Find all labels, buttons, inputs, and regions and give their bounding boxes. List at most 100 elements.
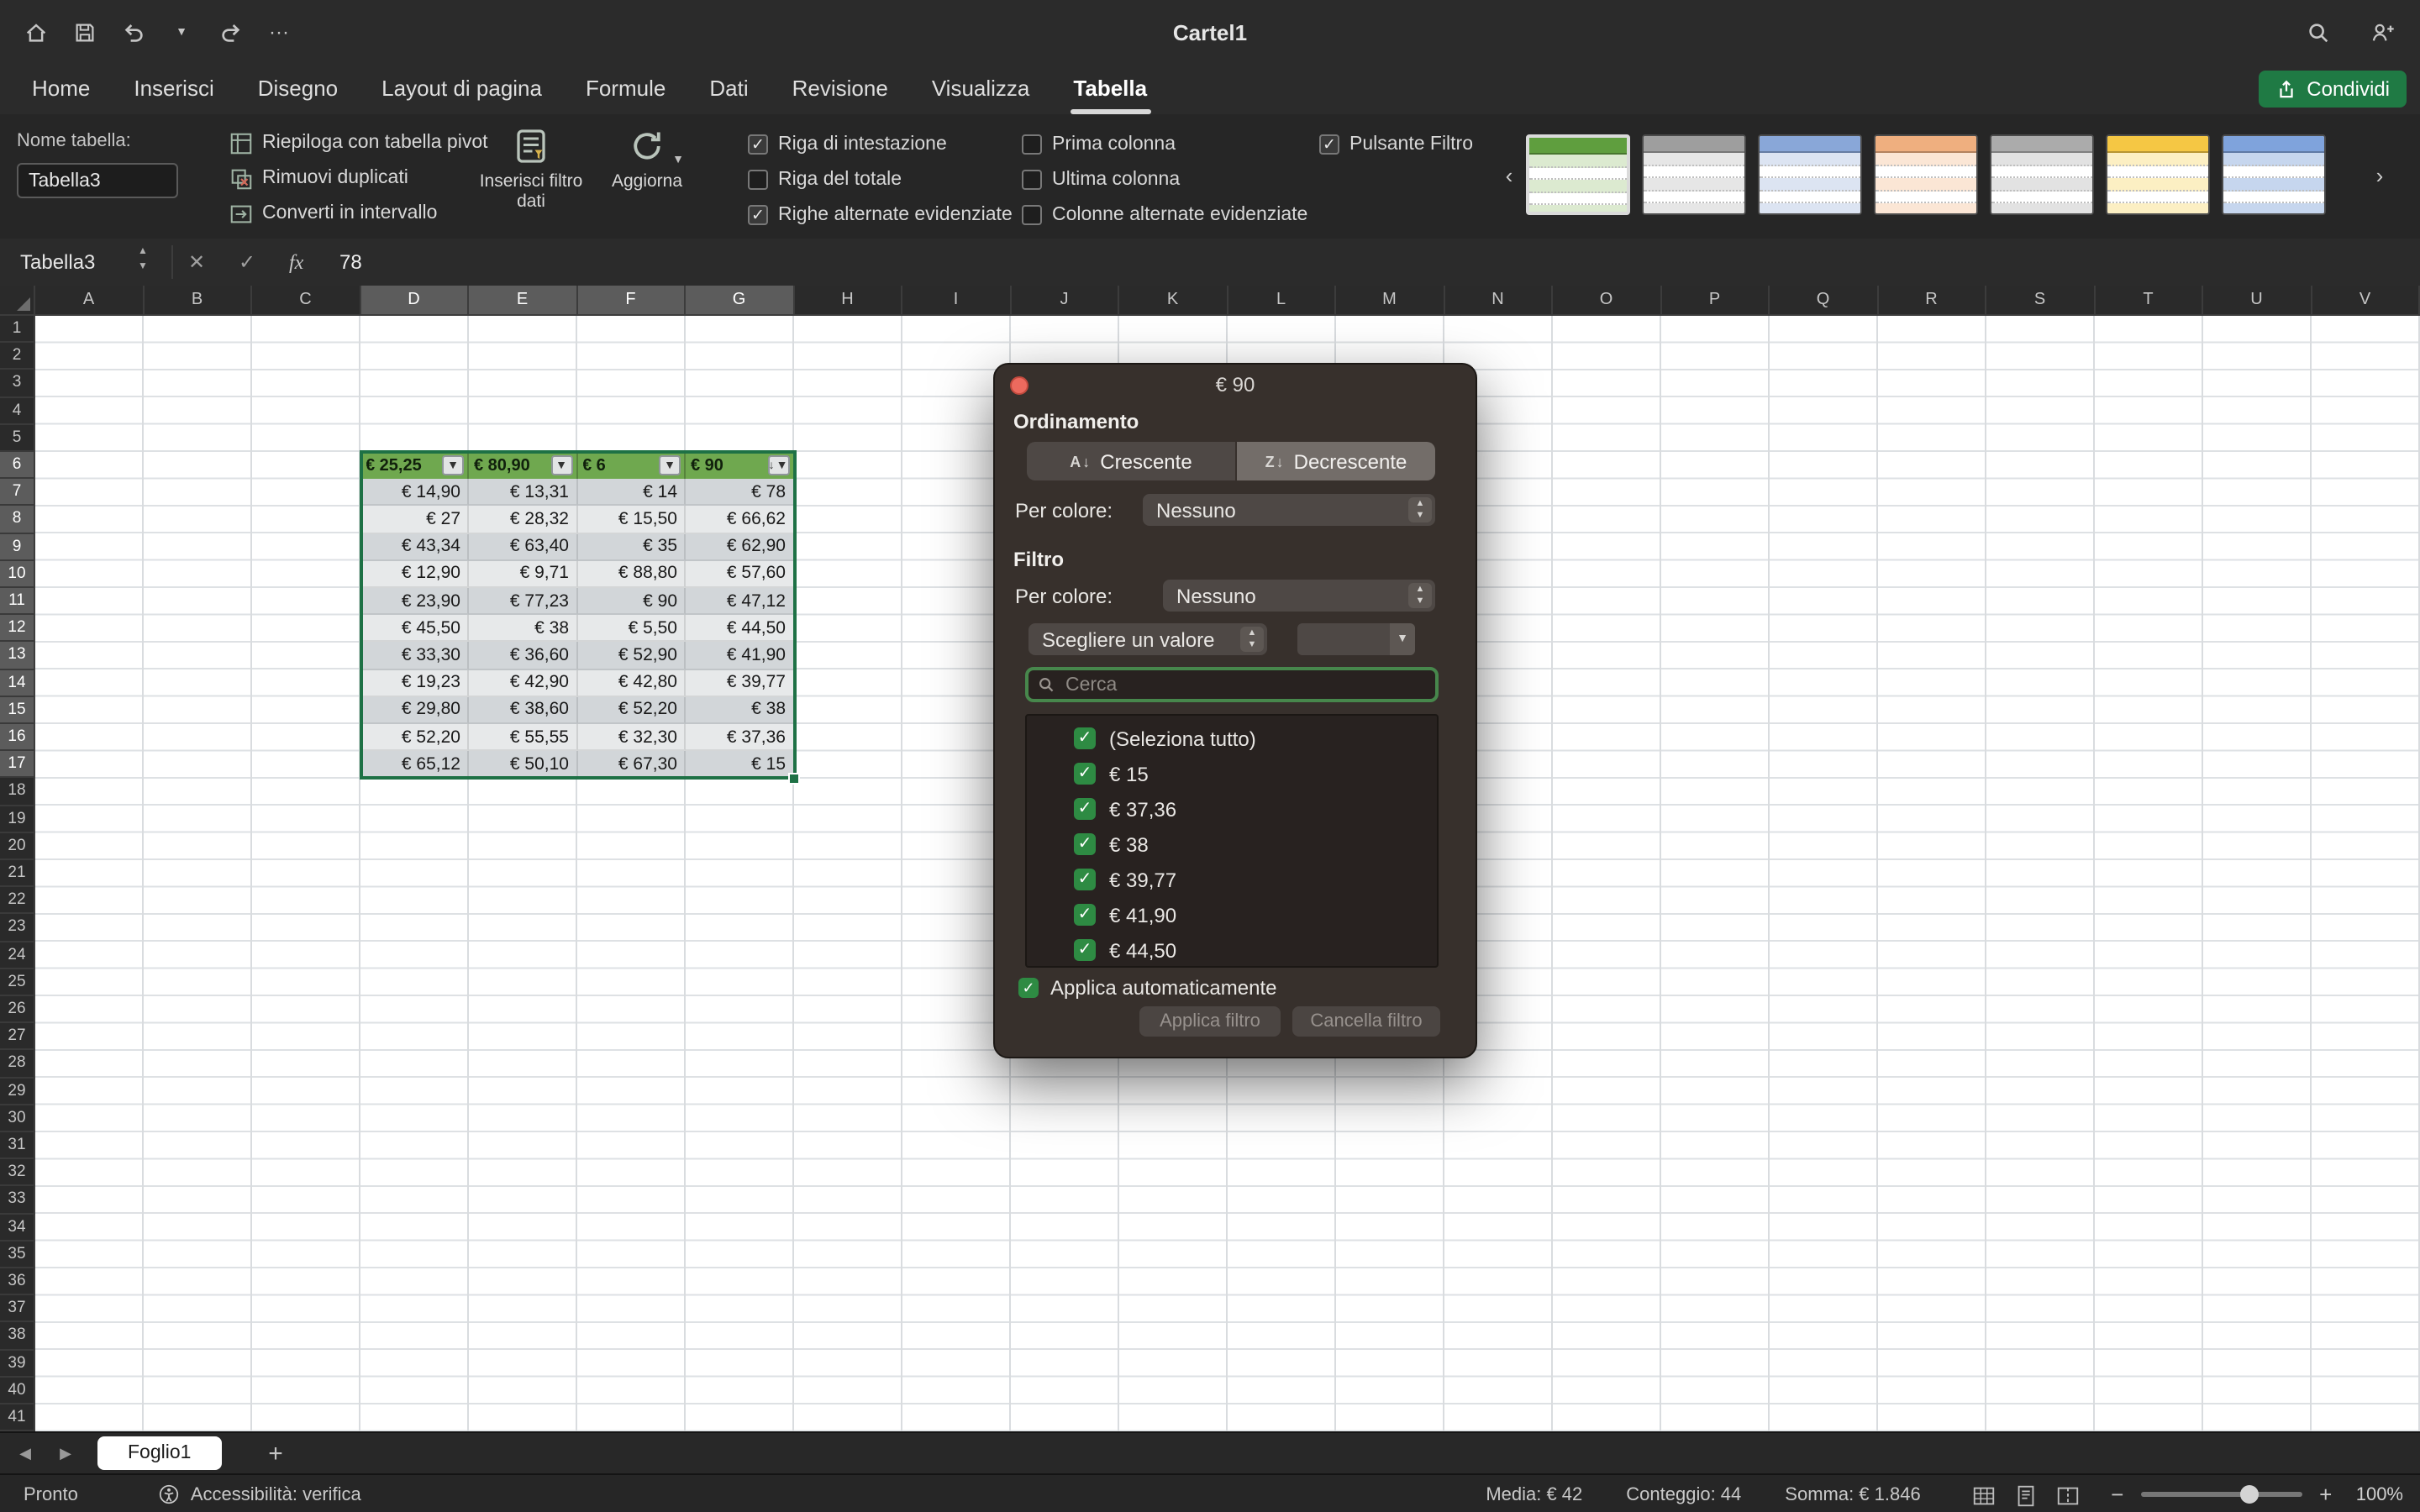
cell-d16[interactable]: € 52,20 <box>360 724 469 751</box>
row-header-36[interactable]: 36 <box>0 1268 35 1295</box>
table-style-blu-chiaro[interactable] <box>1758 134 1862 215</box>
checkbox-riga-del-totale[interactable]: Riga del totale <box>748 161 1013 197</box>
row-header-31[interactable]: 31 <box>0 1132 35 1159</box>
table-style-verde-chiaro[interactable] <box>1526 134 1630 215</box>
row-header-32[interactable]: 32 <box>0 1159 35 1186</box>
row-header-12[interactable]: 12 <box>0 615 35 642</box>
column-header-j[interactable]: J <box>1011 286 1119 316</box>
tab-revisione[interactable]: Revisione <box>771 64 910 114</box>
tab-formule[interactable]: Formule <box>564 64 687 114</box>
row-header-27[interactable]: 27 <box>0 1023 35 1050</box>
zoom-out-button[interactable]: − <box>2107 1482 2128 1507</box>
cell-e16[interactable]: € 55,55 <box>469 724 577 751</box>
table-style-giallo[interactable] <box>2106 134 2210 215</box>
checkbox-pulsante-filtro[interactable]: ✓Pulsante Filtro <box>1319 126 1473 161</box>
cell-g14[interactable]: € 39,77 <box>686 669 794 696</box>
sort-by-color-dropdown[interactable]: Nessuno ▲▼ <box>1143 494 1435 526</box>
fill-handle[interactable] <box>788 773 800 785</box>
column-header-f[interactable]: F <box>577 286 686 316</box>
zoom-slider[interactable] <box>2141 1492 2302 1497</box>
checkbox-prima-colonna[interactable]: Prima colonna <box>1022 126 1307 161</box>
filter-dropdown-d[interactable]: ▼ <box>442 455 464 475</box>
insert-function-icon[interactable]: fx <box>289 239 303 286</box>
column-header-q[interactable]: Q <box>1770 286 1878 316</box>
cell-f12[interactable]: € 5,50 <box>577 615 686 642</box>
sheet-tab-foglio1[interactable]: Foglio1 <box>97 1436 221 1470</box>
select-all-corner[interactable] <box>0 286 35 316</box>
cell-g11[interactable]: € 47,12 <box>686 588 794 615</box>
row-header-35[interactable]: 35 <box>0 1242 35 1268</box>
auto-apply-checkbox[interactable]: ✓ Applica automaticamente <box>1018 976 1277 1000</box>
column-header-a[interactable]: A <box>35 286 144 316</box>
cell-f11[interactable]: € 90 <box>577 588 686 615</box>
table-header-cell-e6[interactable]: € 80,90▼ <box>469 452 577 479</box>
column-header-b[interactable]: B <box>144 286 252 316</box>
row-header-41[interactable]: 41 <box>0 1404 35 1431</box>
row-header-34[interactable]: 34 <box>0 1214 35 1241</box>
column-header-r[interactable]: R <box>1878 286 1986 316</box>
formula-bar-value[interactable]: 78 <box>339 239 362 286</box>
filter-condition-dropdown[interactable]: Scegliere un valore ▲▼ <box>1028 623 1267 655</box>
cell-e8[interactable]: € 28,32 <box>469 507 577 533</box>
column-header-g[interactable]: G <box>686 286 794 316</box>
add-sheet-button[interactable]: + <box>262 1433 289 1475</box>
cell-f17[interactable]: € 67,30 <box>577 751 686 778</box>
filter-dropdown-f[interactable]: ▼ <box>659 455 681 475</box>
cell-d14[interactable]: € 19,23 <box>360 669 469 696</box>
row-header-8[interactable]: 8 <box>0 507 35 533</box>
apply-filter-button[interactable]: Applica filtro <box>1139 1006 1281 1037</box>
cell-e7[interactable]: € 13,31 <box>469 479 577 506</box>
cancel-entry-icon[interactable]: ✕ <box>188 239 205 286</box>
table-header-cell-f6[interactable]: € 6▼ <box>577 452 686 479</box>
refresh-button[interactable]: ▼ Aggiorna <box>593 121 701 192</box>
cell-f10[interactable]: € 88,80 <box>577 561 686 588</box>
share-button[interactable]: Condividi <box>2258 71 2407 108</box>
cell-g16[interactable]: € 37,36 <box>686 724 794 751</box>
cell-f16[interactable]: € 32,30 <box>577 724 686 751</box>
row-header-4[interactable]: 4 <box>0 397 35 424</box>
accessibility-status[interactable]: Accessibilità: verifica <box>159 1483 361 1505</box>
column-header-c[interactable]: C <box>252 286 360 316</box>
row-header-23[interactable]: 23 <box>0 915 35 942</box>
cell-e15[interactable]: € 38,60 <box>469 697 577 724</box>
row-header-29[interactable]: 29 <box>0 1078 35 1105</box>
table-style-grigio[interactable] <box>1990 134 2094 215</box>
row-header-38[interactable]: 38 <box>0 1323 35 1350</box>
home-icon[interactable] <box>20 17 50 47</box>
cell-d13[interactable]: € 33,30 <box>360 643 469 669</box>
cell-f13[interactable]: € 52,90 <box>577 643 686 669</box>
cell-e14[interactable]: € 42,90 <box>469 669 577 696</box>
filter-item-seleziona-tutto[interactable]: ✓(Seleziona tutto) <box>1027 721 1437 756</box>
table-style-arancione[interactable] <box>1874 134 1978 215</box>
row-header-30[interactable]: 30 <box>0 1105 35 1132</box>
row-header-14[interactable]: 14 <box>0 669 35 696</box>
name-box[interactable]: Tabella3 <box>20 239 95 286</box>
column-header-v[interactable]: V <box>2312 286 2420 316</box>
column-header-e[interactable]: E <box>469 286 577 316</box>
row-header-37[interactable]: 37 <box>0 1295 35 1322</box>
sort-ascending-button[interactable]: A↓ Crescente <box>1027 442 1235 480</box>
row-header-17[interactable]: 17 <box>0 751 35 778</box>
tab-home[interactable]: Home <box>10 64 112 114</box>
cell-d12[interactable]: € 45,50 <box>360 615 469 642</box>
cell-e17[interactable]: € 50,10 <box>469 751 577 778</box>
cell-e12[interactable]: € 38 <box>469 615 577 642</box>
undo-dropdown-icon[interactable]: ▼ <box>166 17 197 47</box>
filter-dropdown-e[interactable]: ▼ <box>550 455 572 475</box>
row-header-9[interactable]: 9 <box>0 533 35 560</box>
cell-g13[interactable]: € 41,90 <box>686 643 794 669</box>
row-header-11[interactable]: 11 <box>0 588 35 615</box>
button-riepiloga-con-tabella-pivot[interactable]: Riepiloga con tabella pivot <box>229 124 488 160</box>
cell-g7[interactable]: € 78 <box>686 479 794 506</box>
cell-g9[interactable]: € 62,90 <box>686 533 794 560</box>
filter-item-38[interactable]: ✓€ 38 <box>1027 827 1437 862</box>
checkbox-colonne-alternate-evidenziate[interactable]: Colonne alternate evidenziate <box>1022 197 1307 232</box>
table-style-blu[interactable] <box>2222 134 2326 215</box>
page-break-view-icon[interactable] <box>2055 1483 2077 1505</box>
tab-visualizza[interactable]: Visualizza <box>910 64 1052 114</box>
column-header-n[interactable]: N <box>1444 286 1553 316</box>
more-icon[interactable]: ··· <box>264 17 294 47</box>
tab-layout-di-pagina[interactable]: Layout di pagina <box>360 64 564 114</box>
cell-e13[interactable]: € 36,60 <box>469 643 577 669</box>
row-header-10[interactable]: 10 <box>0 561 35 588</box>
